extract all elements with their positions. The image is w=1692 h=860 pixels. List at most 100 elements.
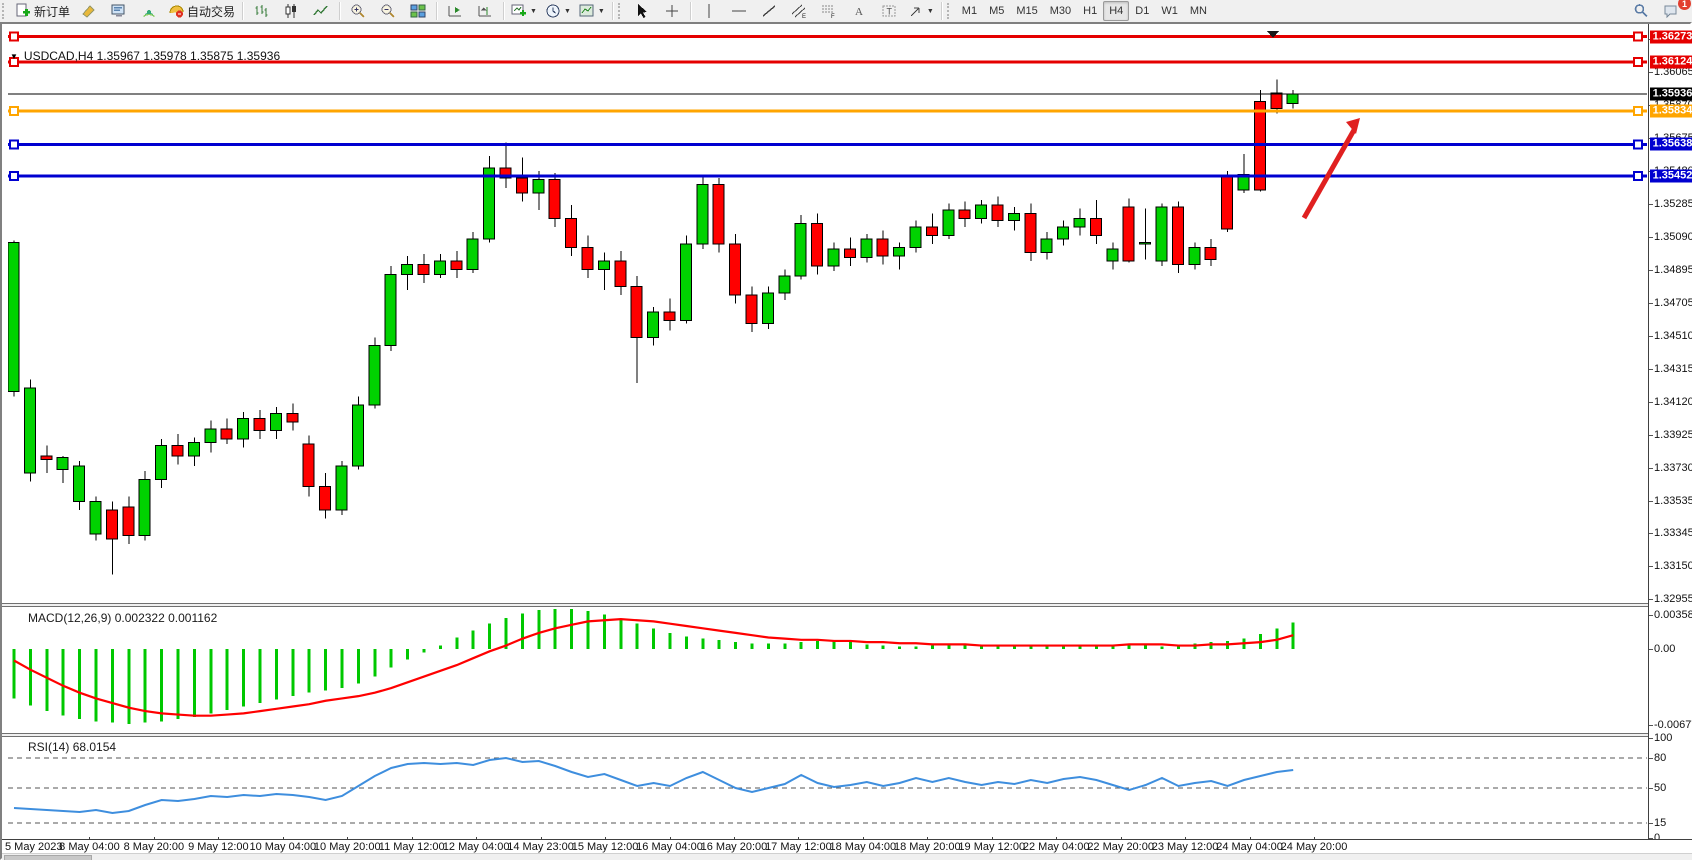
notifications-button[interactable]: 1 (1656, 0, 1686, 22)
candle-body (631, 286, 642, 337)
signal-button[interactable] (134, 0, 164, 22)
price-tick-label: 1.33925 (1654, 429, 1692, 441)
candle-body (1222, 176, 1233, 229)
macd-panel[interactable] (8, 607, 1647, 733)
auto-scroll-button[interactable] (440, 0, 470, 22)
text-label-icon: T (881, 3, 897, 19)
svg-text:T: T (886, 7, 892, 17)
candle-body (451, 261, 462, 269)
timeframe-button-h1[interactable]: H1 (1077, 1, 1103, 21)
line-handle[interactable] (10, 172, 18, 180)
candlestick-chart-button[interactable] (276, 0, 306, 22)
toolbar-grip[interactable] (618, 3, 625, 19)
toolbar-grip[interactable] (2, 3, 9, 19)
equidistant-channel-tool-button[interactable]: E (784, 0, 814, 22)
candle-body (238, 419, 249, 439)
timeframe-button-m1[interactable]: M1 (956, 1, 983, 21)
line-handle[interactable] (1634, 107, 1642, 115)
time-axis-label: 24 May 20:00 (1281, 841, 1348, 853)
bar-chart-button[interactable] (246, 0, 276, 22)
candle-body (828, 249, 839, 266)
candle-body (270, 414, 281, 431)
timeframe-button-mn[interactable]: MN (1184, 1, 1213, 21)
tile-windows-button[interactable] (403, 0, 433, 22)
fibonacci-tool-button[interactable]: F (814, 0, 844, 22)
timeframe-button-h4[interactable]: H4 (1103, 1, 1129, 21)
text-label-tool-button[interactable]: T (874, 0, 904, 22)
price-tick-mark (1649, 237, 1653, 238)
rsi-panel[interactable] (8, 737, 1647, 839)
line-handle[interactable] (1634, 140, 1642, 148)
template-button[interactable]: ▼ (575, 0, 609, 22)
timeframe-toolbar: M1M5M15M30H1H4D1W1MN (956, 1, 1213, 21)
line-handle[interactable] (1634, 58, 1642, 66)
metaeditor-button[interactable] (104, 0, 134, 22)
candle-body (1008, 214, 1019, 221)
line-chart-button[interactable] (306, 0, 336, 22)
horizontal-line-tool-button[interactable] (724, 0, 754, 22)
scrollbar-thumb[interactable] (4, 855, 92, 860)
line-handle[interactable] (1634, 33, 1642, 41)
horizontal-scrollbar[interactable] (2, 853, 1692, 860)
toolbar-separator (242, 2, 243, 20)
time-axis-label: 16 May 20:00 (701, 841, 768, 853)
styler-button[interactable] (74, 0, 104, 22)
symbol-dropdown-icon[interactable]: ▼ (10, 52, 18, 61)
styler-icon (81, 3, 97, 19)
zoom-out-button[interactable] (373, 0, 403, 22)
price-tick-mark (1649, 402, 1653, 403)
text-tool-button[interactable]: A (844, 0, 874, 22)
equidistant-channel-icon: E (791, 3, 807, 19)
rsi-tick-mark (1649, 788, 1653, 789)
rsi-line (14, 758, 1293, 813)
crosshair-tool-button[interactable] (657, 0, 687, 22)
price-tick-label: 1.34895 (1654, 264, 1692, 276)
timeframe-button-w1[interactable]: W1 (1155, 1, 1184, 21)
timeframe-button-m5[interactable]: M5 (983, 1, 1010, 21)
time-tick-mark (1314, 837, 1315, 840)
timeframe-button-m30[interactable]: M30 (1044, 1, 1077, 21)
autotrade-label: 自动交易 (187, 3, 235, 20)
notification-badge: 1 (1678, 0, 1691, 10)
line-handle[interactable] (10, 140, 18, 148)
search-button[interactable] (1626, 0, 1656, 22)
candle-body (615, 261, 626, 286)
candle-body (434, 261, 445, 275)
new-chart-button[interactable]: ▼ (507, 0, 541, 22)
trend-arrow-annotation[interactable] (1304, 118, 1360, 218)
autotrade-button[interactable]: 自动交易 (164, 0, 239, 22)
arrows-tool-button[interactable]: ▼ (904, 0, 938, 22)
rsi-scale-label: 15 (1654, 817, 1666, 829)
price-tick-mark (1649, 566, 1653, 567)
time-tick-mark (347, 837, 348, 840)
candle-body (303, 444, 314, 486)
price-scale[interactable]: 1.362601.360651.358701.356751.354801.352… (1648, 24, 1692, 853)
line-handle[interactable] (10, 33, 18, 41)
candle-body (1025, 214, 1036, 253)
price-tick-label: 1.33730 (1654, 462, 1692, 474)
candle-body (123, 507, 134, 536)
trendline-tool-button[interactable] (754, 0, 784, 22)
zoom-in-button[interactable] (343, 0, 373, 22)
main-chart[interactable] (8, 26, 1647, 603)
new-order-button[interactable]: 新订单 (11, 0, 74, 22)
candle-body (1172, 207, 1183, 265)
vertical-line-tool-button[interactable] (694, 0, 724, 22)
candle-body (1090, 219, 1101, 236)
chevron-down-icon: ▼ (598, 8, 605, 15)
period-button[interactable]: ▼ (541, 0, 575, 22)
candle-body (1058, 227, 1069, 239)
new-order-label: 新订单 (34, 3, 70, 20)
timeframe-button-d1[interactable]: D1 (1129, 1, 1155, 21)
line-handle[interactable] (10, 107, 18, 115)
candle-body (959, 210, 970, 218)
chart-shift-button[interactable] (470, 0, 500, 22)
toolbar-grip[interactable] (947, 3, 954, 19)
line-handle[interactable] (1634, 172, 1642, 180)
candle-body (697, 185, 708, 244)
cursor-tool-button[interactable] (627, 0, 657, 22)
candle-body (24, 388, 35, 473)
timeframe-button-m15[interactable]: M15 (1010, 1, 1043, 21)
time-axis[interactable]: 5 May 20238 May 04:008 May 20:009 May 12… (2, 839, 1692, 854)
candle-body (287, 414, 298, 422)
